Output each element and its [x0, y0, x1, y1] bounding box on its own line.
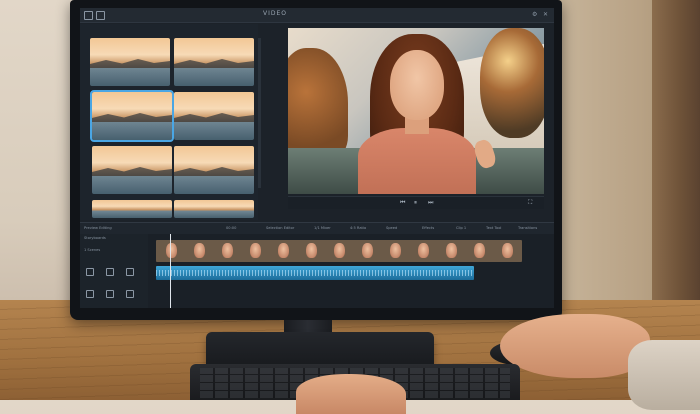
- clip-frame: [474, 243, 485, 258]
- subject-face: [390, 50, 444, 120]
- timeline-label: Text Tool: [486, 226, 502, 230]
- close-icon[interactable]: ✕: [543, 11, 548, 18]
- clip-frame: [362, 243, 373, 258]
- track-icon[interactable]: [126, 290, 134, 298]
- clip-frame: [222, 243, 233, 258]
- background-tree: [288, 48, 348, 158]
- pause-button[interactable]: ⏸: [414, 199, 417, 207]
- track-icon[interactable]: [126, 268, 134, 276]
- timeline-label: 00:00: [226, 226, 237, 230]
- curtain: [652, 0, 700, 300]
- monitor-screen: VIDEO ⚙ ✕ ⏮ ⏸ ⏭ ⛶ Preview Editing 00:00: [80, 8, 554, 308]
- media-thumbnail[interactable]: [90, 38, 170, 86]
- app-top-bar: VIDEO ⚙ ✕: [80, 8, 554, 23]
- clip-frame: [446, 243, 457, 258]
- timeline-label: Speed: [386, 226, 398, 230]
- media-thumbnail[interactable]: [92, 146, 172, 194]
- timeline-label: 1/1 Mixer: [314, 226, 331, 230]
- clip-frame: [194, 243, 205, 258]
- clip-frame: [250, 243, 261, 258]
- prev-frame-button[interactable]: ⏮: [400, 199, 405, 207]
- media-thumbnail[interactable]: [92, 200, 172, 218]
- timeline-label: Selection Editor: [266, 226, 295, 230]
- track-icon[interactable]: [86, 290, 94, 298]
- clip-frame: [390, 243, 401, 258]
- track-icon[interactable]: [86, 268, 94, 276]
- app-title: VIDEO: [263, 10, 288, 17]
- timeline-label: Clip 1: [456, 226, 467, 230]
- media-thumbnail[interactable]: [174, 200, 254, 218]
- clip-frame: [334, 243, 345, 258]
- media-thumbnail[interactable]: [174, 38, 254, 86]
- track-icon[interactable]: [106, 268, 114, 276]
- menu-icon[interactable]: [84, 11, 93, 20]
- media-bin: [80, 24, 258, 220]
- clip-frame: [418, 243, 429, 258]
- background-tree: [480, 28, 544, 138]
- clip-frame: [166, 243, 177, 258]
- scenes-label: 1 Scenes: [84, 248, 101, 252]
- subject-shirt: [358, 128, 476, 194]
- timeline-label: Preview Editing: [84, 226, 112, 230]
- track-icon[interactable]: [106, 290, 114, 298]
- video-clip-track[interactable]: [156, 240, 522, 262]
- window-icon[interactable]: [96, 11, 105, 20]
- settings-icon[interactable]: ⚙: [532, 11, 537, 18]
- left-hand: [296, 374, 406, 414]
- clip-frame: [502, 243, 513, 258]
- storyboard-label: Storyboards: [84, 236, 106, 240]
- timeline-label: Effects: [422, 226, 435, 230]
- timeline-label: 4:5 Ratio: [350, 226, 367, 230]
- timeline-label: Transitions: [518, 226, 538, 230]
- fullscreen-button[interactable]: ⛶: [528, 199, 532, 207]
- timeline-track-panel: Storyboards 1 Scenes: [80, 234, 149, 308]
- playhead[interactable]: [170, 234, 171, 308]
- media-thumbnail-selected[interactable]: [90, 90, 174, 142]
- next-frame-button[interactable]: ⏭: [428, 199, 433, 207]
- preview-viewer[interactable]: [288, 28, 544, 194]
- clip-frame: [306, 243, 317, 258]
- clip-frame: [278, 243, 289, 258]
- audio-waveform: [156, 270, 474, 276]
- media-thumbnail[interactable]: [174, 92, 254, 140]
- media-thumbnail[interactable]: [174, 146, 254, 194]
- viewer-controls: ⏮ ⏸ ⏭ ⛶: [288, 196, 544, 209]
- bin-scrollbar[interactable]: [258, 38, 261, 188]
